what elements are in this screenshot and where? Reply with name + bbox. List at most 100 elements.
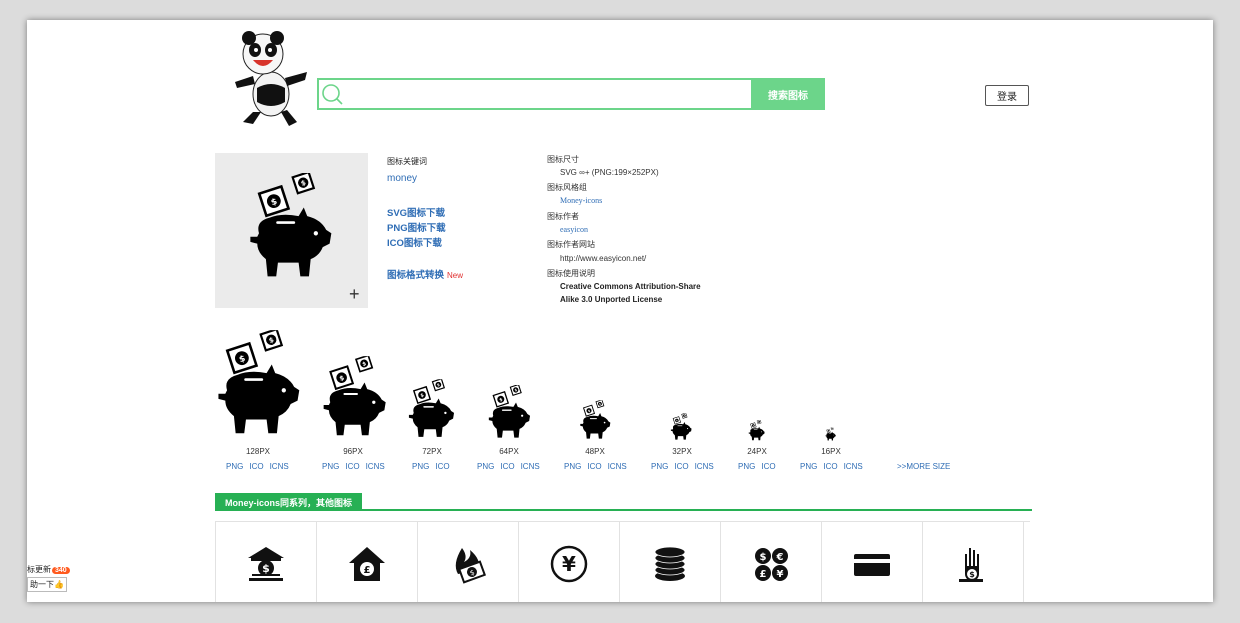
bank-dollar-icon: $ (248, 547, 284, 581)
format-links: PNG ICO ICNS (800, 462, 869, 471)
series-icon-cell[interactable] (620, 522, 721, 602)
format-link-png[interactable]: PNG (226, 462, 243, 471)
format-convert-link[interactable]: 图标格式转换 (387, 270, 444, 281)
format-link-icns[interactable]: ICNS (366, 462, 385, 471)
size-label: 64PX (499, 447, 519, 456)
piggy-bank-icon (215, 330, 301, 442)
format-link-icns[interactable]: ICNS (608, 462, 627, 471)
format-link-png[interactable]: PNG (322, 462, 339, 471)
piggy-bank-icon (245, 173, 335, 285)
series-icon-cell[interactable]: $ € £ ¥ (721, 522, 822, 602)
size-label: 32PX (672, 447, 692, 456)
format-links: PNG ICO ICNS (564, 462, 633, 471)
png-download-link[interactable]: PNG图标下载 (387, 220, 446, 234)
piggy-bank-icon (487, 385, 531, 442)
format-links: PNG ICO (738, 462, 782, 471)
format-link-icns[interactable]: ICNS (521, 462, 540, 471)
piggy-bank-icon (579, 400, 611, 442)
piggy-bank-icon (321, 356, 387, 442)
format-convert[interactable]: 图标格式转换 New (387, 265, 463, 283)
author-link[interactable]: easyicon (560, 225, 588, 234)
format-link-ico[interactable]: ICO (500, 462, 514, 471)
search-input[interactable] (347, 80, 771, 110)
site-label: 图标作者网站 (547, 240, 595, 249)
series-icon-cell[interactable]: £ (317, 522, 418, 602)
format-links: PNG ICO ICNS (226, 462, 295, 471)
format-link-png[interactable]: PNG (412, 462, 429, 471)
format-link-icns[interactable]: ICNS (695, 462, 714, 471)
search-icon (322, 84, 343, 105)
format-link-ico[interactable]: ICO (249, 462, 263, 471)
series-icon-cell[interactable] (822, 522, 923, 602)
update-text: 标更新 (27, 565, 51, 574)
author-label: 图标作者 (547, 212, 579, 221)
piggy-bank-icon (407, 379, 455, 442)
series-icon-cell[interactable]: $ (216, 522, 317, 602)
format-link-ico[interactable]: ICO (345, 462, 359, 471)
site-value: http://www.easyicon.net/ (560, 254, 647, 263)
format-links: PNG ICO ICNS (651, 462, 720, 471)
license-label: 图标使用说明 (547, 269, 595, 278)
format-link-png[interactable]: PNG (477, 462, 494, 471)
svg-text:€: € (776, 552, 784, 563)
format-link-ico[interactable]: ICO (435, 462, 449, 471)
series-divider (215, 509, 1032, 511)
size-label: 72PX (422, 447, 442, 456)
svg-text:$: $ (969, 570, 975, 579)
svg-text:$: $ (760, 552, 767, 563)
ico-download-link[interactable]: ICO图标下载 (387, 235, 442, 249)
format-link-png[interactable]: PNG (564, 462, 581, 471)
series-icon-cell[interactable]: $ (923, 522, 1024, 602)
style-label: 图标风格组 (547, 183, 587, 192)
format-link-png[interactable]: PNG (651, 462, 668, 471)
panda-logo[interactable] (227, 28, 309, 128)
size-value: SVG ∞+ (PNG:199×252PX) (560, 168, 659, 177)
format-link-ico[interactable]: ICO (823, 462, 837, 471)
piggy-bank-icon (670, 413, 692, 442)
size-label: 48PX (585, 447, 605, 456)
format-links: PNG ICO ICNS (477, 462, 546, 471)
svg-download-link[interactable]: SVG图标下载 (387, 205, 445, 219)
coin-stack-icon (654, 546, 686, 581)
svg-text:£: £ (760, 569, 767, 580)
series-icon-cell[interactable]: $ (418, 522, 519, 602)
piggy-bank-icon (825, 427, 836, 442)
format-links: PNG ICO ICNS (322, 462, 391, 471)
search-button[interactable]: 搜索图标 (751, 78, 825, 110)
currency-coins-icon: $ € £ ¥ (755, 548, 788, 581)
keyword-label: 图标关键词 (387, 157, 427, 166)
house-pound-icon: £ (349, 547, 385, 581)
plus-icon[interactable]: + (349, 285, 360, 303)
size-label: 96PX (343, 447, 363, 456)
svg-text:¥: ¥ (777, 569, 784, 580)
page-frame: 搜索图标 登录 + 图标关键词 money SVG图标下载 PNG图标下载 IC… (27, 20, 1213, 602)
format-link-png[interactable]: PNG (738, 462, 755, 471)
update-widget[interactable]: 标更新 340 助一下👍 (27, 564, 70, 592)
format-link-ico[interactable]: ICO (674, 462, 688, 471)
format-link-icns[interactable]: ICNS (844, 462, 863, 471)
piggy-bank-icon (748, 420, 765, 442)
support-button[interactable]: 助一下👍 (27, 577, 67, 592)
size-label: 图标尺寸 (547, 155, 579, 164)
login-button[interactable]: 登录 (985, 85, 1029, 106)
size-label: 16PX (821, 447, 841, 456)
burning-money-icon: $ (455, 548, 487, 584)
svg-text:$: $ (262, 562, 270, 575)
format-link-png[interactable]: PNG (800, 462, 817, 471)
icon-preview (215, 153, 368, 308)
format-link-icns[interactable]: ICNS (270, 462, 289, 471)
more-size-link[interactable]: >>MORE SIZE (897, 462, 950, 471)
size-label: 24PX (747, 447, 767, 456)
hand-dollar-icon: $ (959, 548, 983, 582)
series-icon-cell[interactable]: ¥ (519, 522, 620, 602)
license-line-1: Creative Commons Attribution-Share (560, 282, 701, 291)
keyword-link[interactable]: money (387, 173, 417, 184)
format-link-ico[interactable]: ICO (761, 462, 775, 471)
svg-text:£: £ (364, 565, 371, 576)
style-link[interactable]: Money-icons (560, 196, 602, 205)
format-link-ico[interactable]: ICO (587, 462, 601, 471)
license-line-2: Alike 3.0 Unported License (560, 295, 663, 304)
update-count-badge: 340 (52, 567, 70, 574)
size-label: 128PX (245, 447, 271, 456)
series-icon-grid: $ £ $ ¥ $ € £ ¥ $ (215, 521, 1030, 602)
